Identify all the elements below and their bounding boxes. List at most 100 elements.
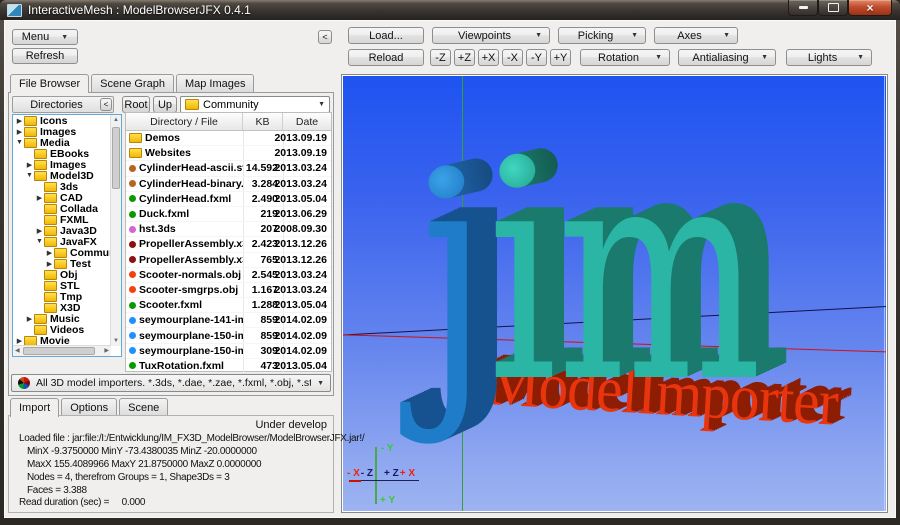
table-row[interactable]: Scooter-smgrps.obj1.1672013.03.24 bbox=[126, 283, 331, 298]
table-row[interactable]: Scooter.fxml1.2882013.05.04 bbox=[126, 298, 331, 313]
tree-item-obj[interactable]: Obj bbox=[13, 269, 121, 280]
subtab-import[interactable]: Import bbox=[10, 398, 59, 417]
jim-letter-j: ȷ bbox=[421, 99, 488, 448]
table-row[interactable]: hst.3ds2072008.09.30 bbox=[126, 222, 331, 237]
tree-vertical-scrollbar[interactable]: ▲ ▼ bbox=[110, 115, 121, 346]
tree-item-java3d[interactable]: ▶Java3D bbox=[13, 225, 121, 236]
tree-item-videos[interactable]: Videos bbox=[13, 324, 121, 335]
table-row[interactable]: PropellerAssembly.x3dz7652013.12.26 bbox=[126, 253, 331, 268]
table-row[interactable]: CylinderHead.fxml2.4902013.05.04 bbox=[126, 192, 331, 207]
scroll-thumb[interactable] bbox=[23, 347, 95, 355]
menu-button[interactable]: Menu ▼ bbox=[12, 29, 78, 45]
table-row[interactable]: seymourplane-141-im.dae8592014.02.09 bbox=[126, 313, 331, 328]
table-rows: Demos2013.09.19Websites2013.09.19Cylinde… bbox=[126, 131, 331, 389]
toolbar-picking-button[interactable]: Picking▼ bbox=[558, 27, 646, 44]
tab-map-images[interactable]: Map Images bbox=[176, 74, 255, 92]
tree-item-icons[interactable]: ▶Icons bbox=[13, 115, 121, 126]
folder-icon bbox=[44, 292, 57, 302]
table-row[interactable]: Scooter-normals.obj2.5452013.03.24 bbox=[126, 268, 331, 283]
toolbar-axes-button[interactable]: Axes▼ bbox=[654, 27, 738, 44]
file-date: 2013.03.24 bbox=[274, 178, 327, 190]
tree-item-music[interactable]: ▶Music bbox=[13, 313, 121, 324]
directory-tree[interactable]: ▶Icons▶Images▼MediaEBooks▶Images▼Model3D… bbox=[12, 114, 122, 357]
scroll-left-icon[interactable]: ◀ bbox=[15, 348, 20, 354]
table-row[interactable]: Websites2013.09.19 bbox=[126, 146, 331, 161]
file-name: Scooter-normals.obj bbox=[139, 269, 241, 281]
tree-item-media[interactable]: ▼Media bbox=[13, 137, 121, 148]
close-button[interactable]: × bbox=[848, 0, 892, 16]
table-row[interactable]: Demos2013.09.19 bbox=[126, 131, 331, 146]
file-type-dot-icon bbox=[129, 211, 136, 218]
scroll-right-icon[interactable]: ▶ bbox=[104, 348, 109, 354]
column-header-date[interactable]: Date bbox=[283, 113, 331, 130]
file-date: 2013.03.24 bbox=[274, 162, 327, 174]
file-type-dot-icon bbox=[129, 165, 136, 172]
table-row[interactable]: CylinderHead-ascii.stl14.5922013.03.24 bbox=[126, 161, 331, 176]
tree-item-fxml[interactable]: FXML bbox=[13, 214, 121, 225]
table-row[interactable]: PropellerAssembly.x3d2.4232013.12.26 bbox=[126, 237, 331, 252]
tree-item-stl[interactable]: STL bbox=[13, 280, 121, 291]
table-row[interactable]: Duck.fxml2192013.06.29 bbox=[126, 207, 331, 222]
folder-icon bbox=[44, 182, 57, 192]
table-row[interactable]: TuxRotation.fxml4732013.05.04 bbox=[126, 359, 331, 374]
toolbar-y-button[interactable]: +Y bbox=[550, 49, 571, 66]
title-bar[interactable]: InteractiveMesh : ModelBrowserJFX 0.4.1 … bbox=[0, 0, 900, 20]
toolbar-x-button[interactable]: -X bbox=[502, 49, 523, 66]
toolbar-antialiasing-button[interactable]: Antialiasing▼ bbox=[678, 49, 776, 66]
toolbar-viewpoints-button[interactable]: Viewpoints▼ bbox=[432, 27, 550, 44]
tab-scene-graph[interactable]: Scene Graph bbox=[91, 74, 174, 92]
tree-item-ebooks[interactable]: EBooks bbox=[13, 148, 121, 159]
tree-item-model3d[interactable]: ▼Model3D bbox=[13, 170, 121, 181]
up-button[interactable]: Up bbox=[153, 96, 177, 113]
tree-item-community[interactable]: ▶Community bbox=[13, 247, 121, 258]
3d-scene-canvas[interactable]: ModelImporter ȷım - Y - X - Z + Z + X bbox=[343, 76, 886, 511]
minimize-button[interactable] bbox=[788, 0, 818, 16]
refresh-button[interactable]: Refresh bbox=[12, 48, 78, 64]
tree-item-cad[interactable]: ▶CAD bbox=[13, 192, 121, 203]
column-header-kb[interactable]: KB bbox=[243, 113, 283, 130]
table-row[interactable]: seymourplane-150-im.dae8592014.02.09 bbox=[126, 328, 331, 343]
tree-item-3ds[interactable]: 3ds bbox=[13, 181, 121, 192]
toolbar-load-button[interactable]: Load... bbox=[348, 27, 424, 44]
chevron-down-icon: ▼ bbox=[655, 54, 662, 61]
toolbar-y-button[interactable]: -Y bbox=[526, 49, 547, 66]
tree-item-collada[interactable]: Collada bbox=[13, 203, 121, 214]
collapse-panel-button[interactable]: < bbox=[318, 30, 332, 44]
file-name: PropellerAssembly.x3d bbox=[139, 238, 243, 250]
tab-file-browser[interactable]: File Browser bbox=[10, 74, 89, 93]
file-date-cell: 2013.12.26 bbox=[283, 253, 331, 267]
toolbar-reload-button[interactable]: Reload bbox=[348, 49, 424, 66]
table-row[interactable]: CylinderHead-binary.stl3.2842013.03.24 bbox=[126, 177, 331, 192]
scroll-thumb[interactable] bbox=[112, 127, 120, 189]
scroll-up-icon[interactable]: ▲ bbox=[113, 117, 119, 123]
tree-item-x3d[interactable]: X3D bbox=[13, 302, 121, 313]
tree-item-javafx[interactable]: ▼JavaFX bbox=[13, 236, 121, 247]
toolbar-lights-button[interactable]: Lights▼ bbox=[786, 49, 872, 66]
toolbar-z-button[interactable]: +Z bbox=[454, 49, 475, 66]
table-row[interactable]: seymourplane-150-im.zae3092014.02.09 bbox=[126, 344, 331, 359]
toolbar-rotation-button[interactable]: Rotation▼ bbox=[580, 49, 670, 66]
folder-icon bbox=[24, 138, 37, 148]
file-type-dot-icon bbox=[129, 347, 136, 354]
file-type-dot-icon bbox=[129, 302, 136, 309]
root-button[interactable]: Root bbox=[122, 96, 150, 113]
subtab-options[interactable]: Options bbox=[61, 398, 117, 416]
table-header[interactable]: Directory / File KB Date bbox=[126, 113, 331, 131]
tree-item-images[interactable]: ▶Images bbox=[13, 159, 121, 170]
column-header-name[interactable]: Directory / File bbox=[126, 113, 243, 130]
tree-item-tmp[interactable]: Tmp bbox=[13, 291, 121, 302]
tree-horizontal-scrollbar[interactable]: ◀ ▶ bbox=[13, 345, 111, 356]
gizmo-x-axis-tick bbox=[349, 480, 361, 482]
file-date-cell: 2013.03.24 bbox=[283, 283, 331, 297]
toolbar-z-button[interactable]: -Z bbox=[430, 49, 451, 66]
scroll-down-icon[interactable]: ▼ bbox=[113, 338, 119, 344]
subtab-scene[interactable]: Scene bbox=[119, 398, 168, 416]
maximize-button[interactable] bbox=[818, 0, 848, 16]
tree-item-images[interactable]: ▶Images bbox=[13, 126, 121, 137]
file-name-cell: hst.3ds bbox=[126, 222, 243, 236]
importer-filter-combobox[interactable]: All 3D model importers. *.3ds, *.dae, *.… bbox=[11, 374, 331, 392]
toolbar-x-button[interactable]: +X bbox=[478, 49, 499, 66]
tree-item-test[interactable]: ▶Test bbox=[13, 258, 121, 269]
path-combobox[interactable]: Community ▼ bbox=[180, 96, 330, 113]
directories-collapse-button[interactable]: < bbox=[100, 98, 112, 111]
